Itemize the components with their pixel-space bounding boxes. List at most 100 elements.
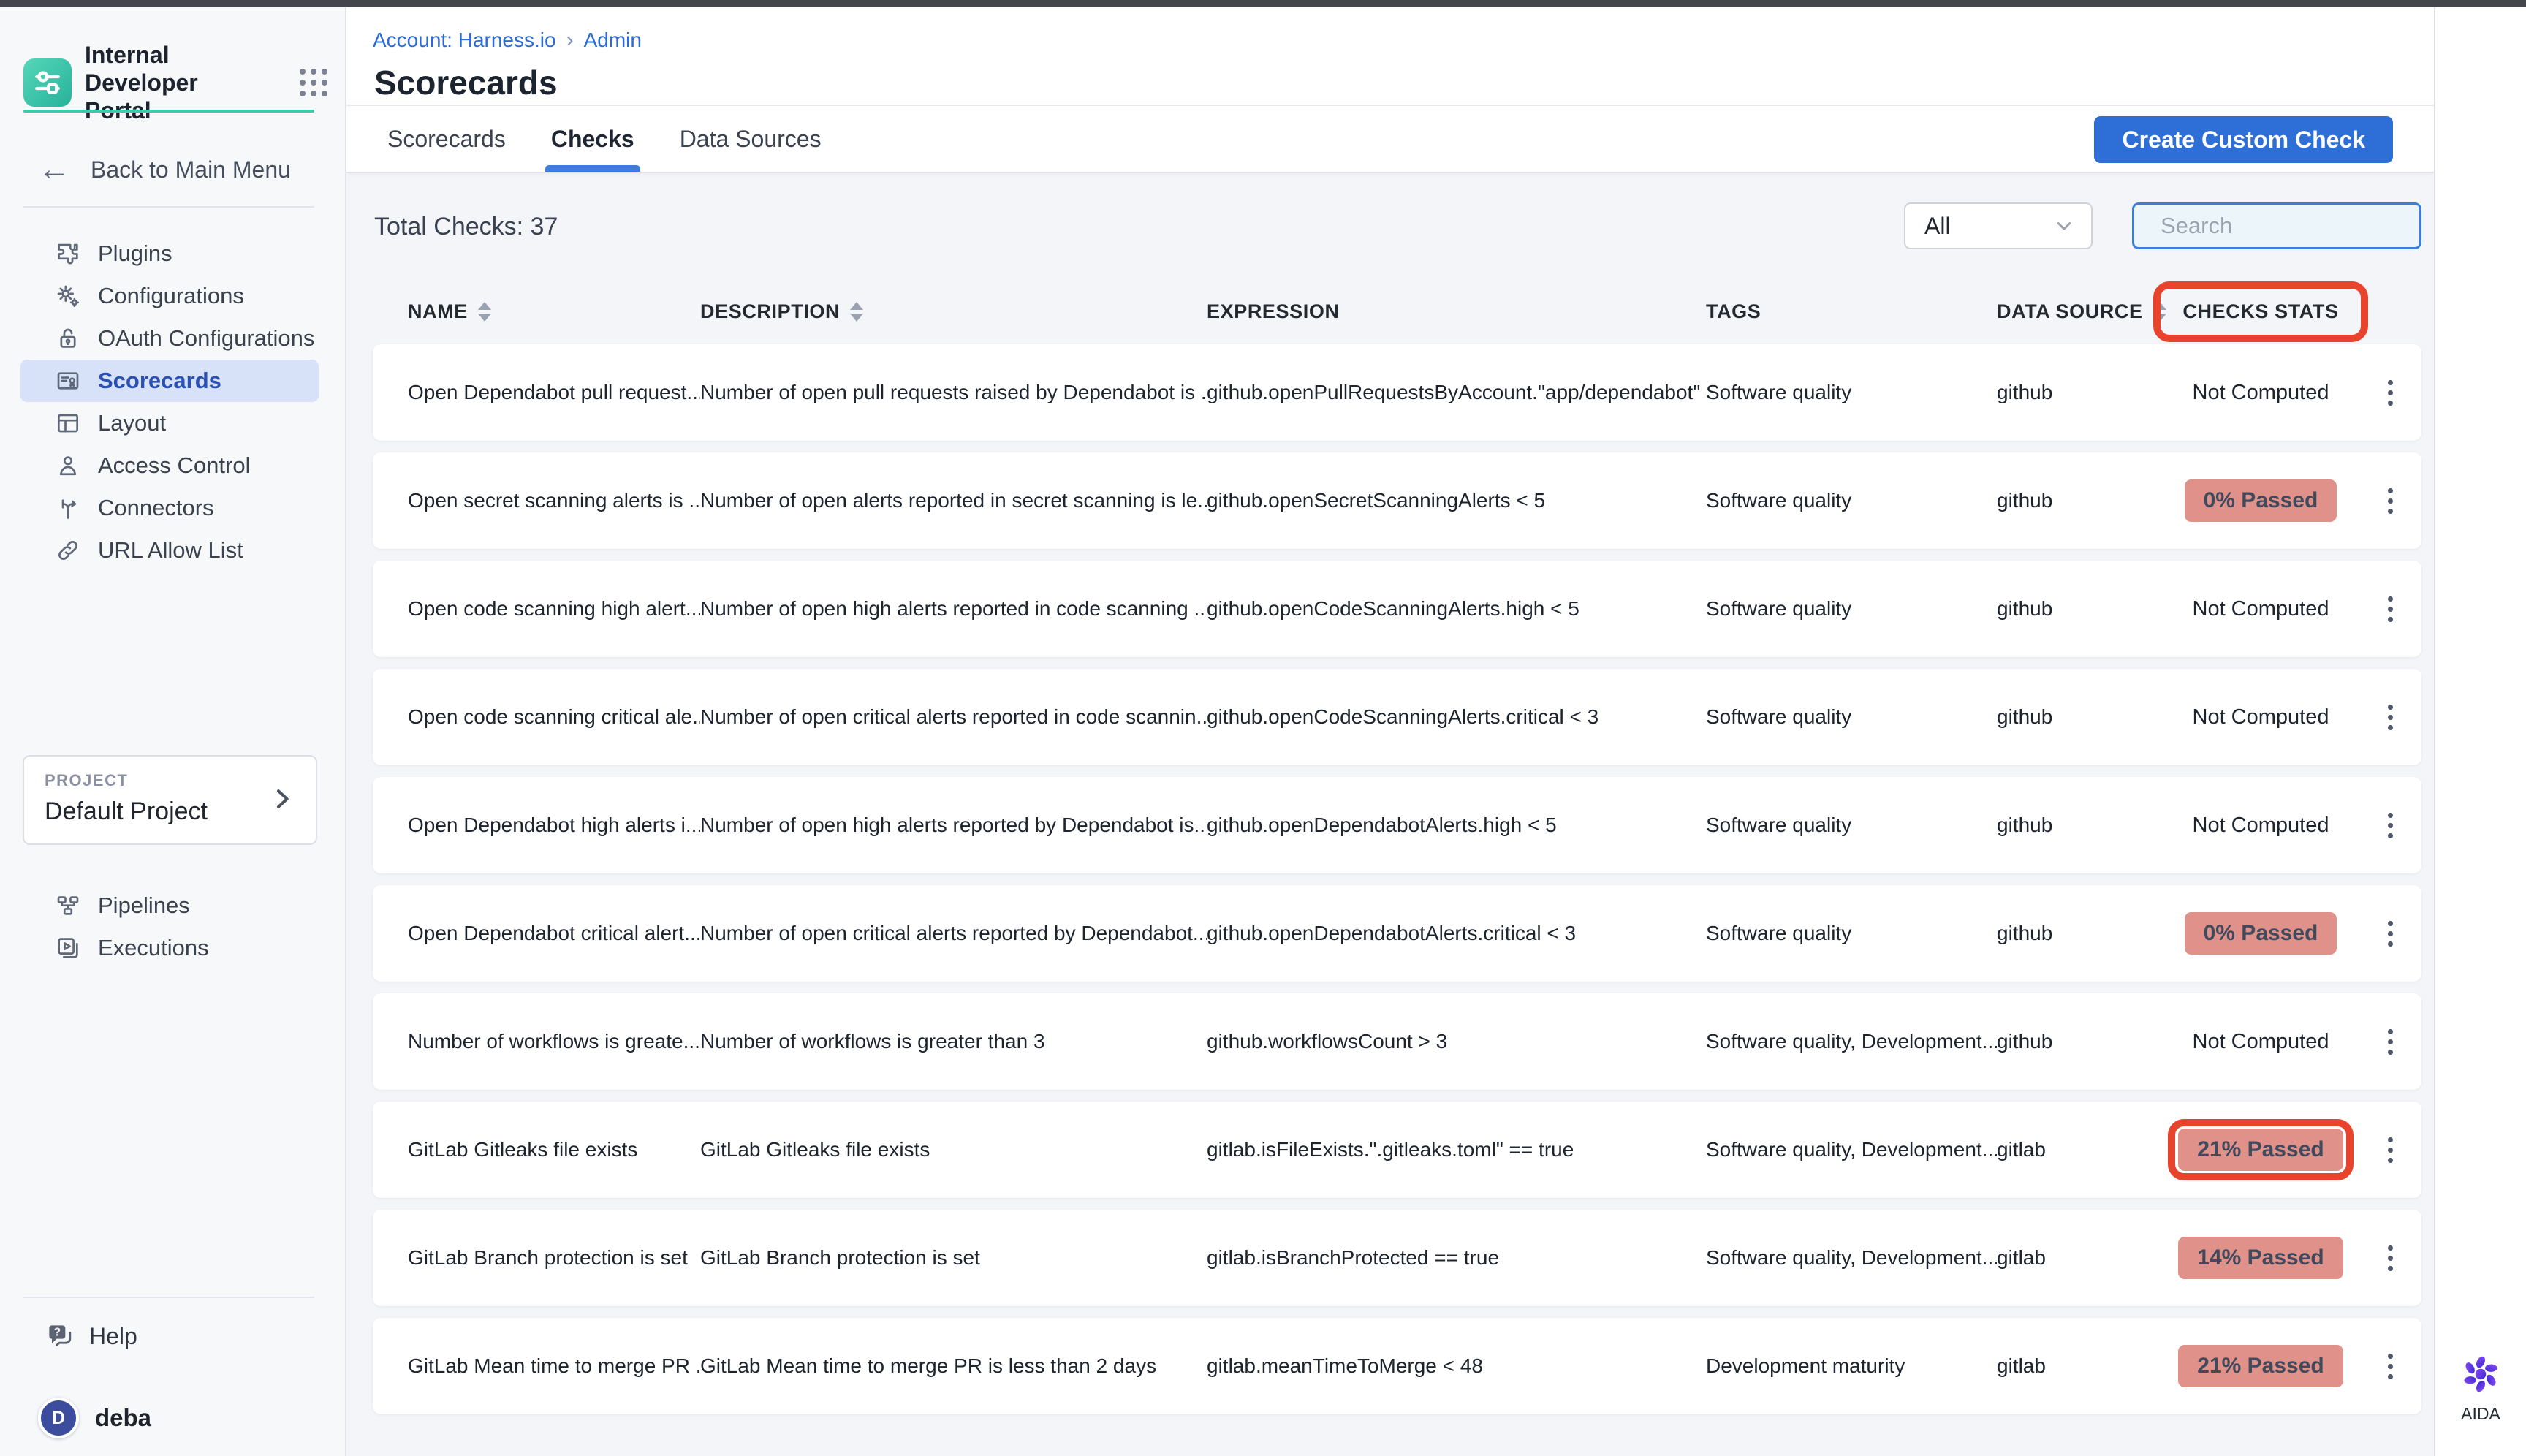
check-name: Open code scanning critical ale... (408, 705, 700, 729)
kebab-menu-icon[interactable] (2381, 1238, 2400, 1278)
project-nav: Pipelines Executions (0, 884, 345, 969)
sidebar-item-label: Executions (98, 935, 209, 961)
app-switcher-grid-icon[interactable] (300, 69, 327, 96)
check-data-source: github (1997, 814, 2162, 837)
person-icon (54, 452, 82, 479)
sidebar-item-label: Pipelines (98, 892, 190, 919)
sidebar-item-access-control[interactable]: Access Control (20, 444, 319, 487)
table-row[interactable]: Open Dependabot pull request... Number o… (373, 344, 2421, 441)
aida-assistant-button[interactable]: AIDA (2435, 1351, 2526, 1424)
check-data-source: github (1997, 705, 2162, 729)
sidebar-item-url-allow-list[interactable]: URL Allow List (20, 529, 319, 572)
breadcrumb-admin-link[interactable]: Admin (584, 29, 642, 52)
tab-data-sources[interactable]: Data Sources (680, 106, 822, 172)
table-row[interactable]: Open Dependabot critical alert... Number… (373, 885, 2421, 982)
sidebar-item-executions[interactable]: Executions (20, 927, 319, 969)
column-header-data-source[interactable]: DATA SOURCE (1997, 300, 2162, 323)
check-tags: Development maturity (1706, 1354, 1997, 1378)
check-data-source: gitlab (1997, 1138, 2162, 1161)
sidebar-item-plugins[interactable]: Plugins (20, 232, 319, 275)
back-label: Back to Main Menu (91, 156, 291, 183)
tab-scorecards[interactable]: Scorecards (387, 106, 506, 172)
table-row[interactable]: Open Dependabot high alerts i... Number … (373, 777, 2421, 873)
kebab-menu-icon[interactable] (2381, 1130, 2400, 1170)
table-toolbar: Total Checks: 37 All (373, 202, 2421, 249)
check-data-source: github (1997, 597, 2162, 621)
sidebar-item-label: Layout (98, 410, 166, 436)
kebab-menu-icon[interactable] (2381, 805, 2400, 846)
link-icon (54, 536, 82, 564)
check-description: GitLab Mean time to merge PR is less tha… (700, 1354, 1207, 1378)
tab-checks[interactable]: Checks (551, 106, 634, 172)
check-stats-badge: 0% Passed (2185, 479, 2337, 522)
page-header: Account: Harness.io › Admin Scorecards (346, 7, 2434, 106)
sidebar-item-layout[interactable]: Layout (20, 402, 319, 444)
table-row[interactable]: GitLab Mean time to merge PR ... GitLab … (373, 1318, 2421, 1414)
project-selector[interactable]: PROJECT Default Project (23, 755, 317, 845)
check-expression: github.openDependabotAlerts.critical < 3 (1207, 922, 1706, 945)
table-header-row: NAME DESCRIPTION EXPRESSION TAGS DATA SO… (373, 278, 2421, 344)
check-name: Open Dependabot high alerts i... (408, 814, 700, 837)
check-stats: Not Computed (2193, 814, 2329, 838)
sidebar-item-label: Plugins (98, 240, 172, 267)
column-header-description[interactable]: DESCRIPTION (700, 300, 1207, 323)
kebab-menu-icon[interactable] (2381, 373, 2400, 413)
create-custom-check-button[interactable]: Create Custom Check (2094, 116, 2393, 163)
chevron-right-icon (268, 784, 297, 817)
column-header-expression: EXPRESSION (1207, 300, 1706, 323)
check-name: Open secret scanning alerts is ... (408, 489, 700, 512)
sidebar-item-connectors[interactable]: Connectors (20, 487, 319, 529)
table-row[interactable]: GitLab Branch protection is set GitLab B… (373, 1210, 2421, 1306)
check-expression: github.openCodeScanningAlerts.critical <… (1207, 705, 1706, 729)
checks-filter-dropdown[interactable]: All (1904, 202, 2093, 249)
sort-icon[interactable] (478, 302, 491, 322)
check-tags: Software quality (1706, 489, 1997, 512)
svg-text:?: ? (54, 1327, 61, 1339)
search-box[interactable] (2132, 202, 2421, 249)
sidebar-item-configurations[interactable]: Configurations (20, 275, 319, 317)
kebab-menu-icon[interactable] (2381, 481, 2400, 521)
kebab-menu-icon[interactable] (2381, 1022, 2400, 1062)
idp-logo-icon (23, 58, 72, 107)
table-row[interactable]: Open secret scanning alerts is ... Numbe… (373, 452, 2421, 549)
check-expression: github.openSecretScanningAlerts < 5 (1207, 489, 1706, 512)
column-header-name[interactable]: NAME (408, 300, 700, 323)
check-expression: gitlab.isBranchProtected == true (1207, 1246, 1706, 1270)
sidebar-item-label: Configurations (98, 283, 244, 309)
sidebar: Internal Developer Portal ← Back to Main… (0, 7, 346, 1456)
column-header-tags: TAGS (1706, 300, 1997, 323)
sidebar-item-oauth-configurations[interactable]: OAuth Configurations (20, 317, 319, 360)
kebab-menu-icon[interactable] (2381, 589, 2400, 629)
back-to-main-menu[interactable]: ← Back to Main Menu (38, 153, 291, 186)
table-row[interactable]: Open code scanning critical ale... Numbe… (373, 669, 2421, 765)
check-name: GitLab Gitleaks file exists (408, 1138, 700, 1161)
breadcrumb-account-link[interactable]: Account: Harness.io (373, 29, 556, 52)
page-title: Scorecards (374, 63, 558, 102)
kebab-menu-icon[interactable] (2381, 914, 2400, 954)
check-expression: gitlab.isFileExists.".gitleaks.toml" == … (1207, 1138, 1706, 1161)
sidebar-item-scorecards[interactable]: Scorecards (20, 360, 319, 402)
kebab-menu-icon[interactable] (2381, 697, 2400, 738)
layout-icon (54, 409, 82, 437)
check-data-source: github (1997, 1030, 2162, 1053)
check-stats: Not Computed (2193, 705, 2329, 729)
search-input[interactable] (2161, 213, 2452, 239)
sidebar-item-pipelines[interactable]: Pipelines (20, 884, 319, 927)
user-menu[interactable]: D deba (38, 1398, 151, 1438)
kebab-menu-icon[interactable] (2381, 1346, 2400, 1387)
check-tags: Software quality (1706, 597, 1997, 621)
check-description: Number of open high alerts reported in c… (700, 597, 1207, 621)
check-expression: gitlab.meanTimeToMerge < 48 (1207, 1354, 1706, 1378)
window-top-bar (0, 0, 2526, 7)
sidebar-item-label: URL Allow List (98, 537, 243, 564)
table-row[interactable]: Open code scanning high alert... Number … (373, 561, 2421, 657)
aida-flower-icon (2458, 1351, 2503, 1397)
help-button[interactable]: ? Help (44, 1320, 137, 1352)
check-tags: Software quality, Development... (1706, 1030, 1997, 1053)
sort-icon[interactable] (850, 302, 863, 322)
sidebar-divider (23, 1297, 314, 1298)
table-row[interactable]: Number of workflows is greate... Number … (373, 993, 2421, 1090)
table-row[interactable]: GitLab Gitleaks file exists GitLab Gitle… (373, 1102, 2421, 1198)
check-data-source: gitlab (1997, 1354, 2162, 1378)
user-name: deba (95, 1404, 151, 1432)
